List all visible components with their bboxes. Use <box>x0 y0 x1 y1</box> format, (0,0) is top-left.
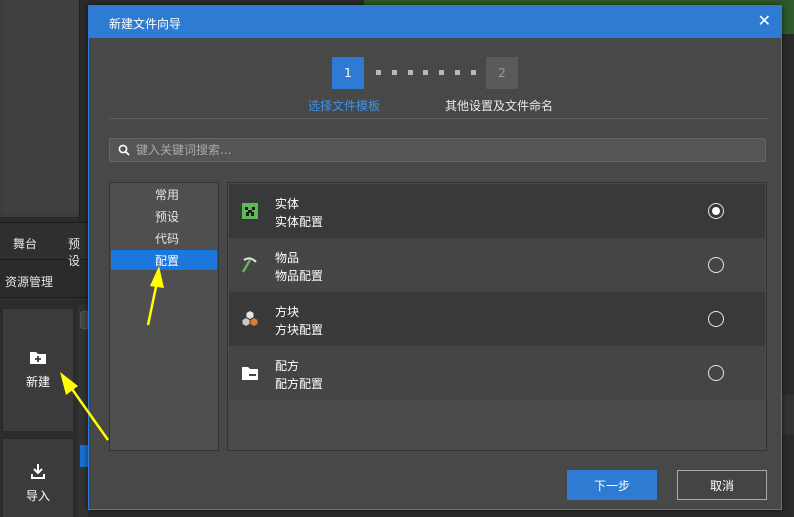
new-resource-label: 新建 <box>25 375 50 389</box>
import-resource-button[interactable]: 导入 <box>2 438 74 517</box>
resource-selected-edge[interactable] <box>80 445 88 467</box>
template-name: 方块 <box>275 305 300 319</box>
template-radio-recipe[interactable] <box>708 365 724 381</box>
close-icon[interactable]: ✕ <box>758 12 771 30</box>
template-name: 实体 <box>275 197 300 211</box>
template-radio-block[interactable] <box>708 311 724 327</box>
new-resource-button[interactable]: 新建 <box>2 308 74 432</box>
template-row-entity[interactable]: 实体 实体配置 <box>229 184 765 238</box>
template-row-recipe[interactable]: 配方 配方配置 <box>229 346 765 400</box>
template-list: 实体 实体配置 物品 物品配置 方块 方块配置 配方 配方配置 <box>227 182 767 451</box>
template-desc: 方块配置 <box>275 323 324 337</box>
category-config[interactable]: 配置 <box>111 250 217 270</box>
category-presets[interactable]: 预设 <box>111 206 217 226</box>
category-list: 常用 预设 代码 配置 <box>109 182 219 451</box>
template-row-item[interactable]: 物品 物品配置 <box>229 238 765 292</box>
cancel-button[interactable]: 取消 <box>677 470 767 500</box>
template-name: 物品 <box>275 251 300 265</box>
bottom-tabs: 舞台 预设 <box>0 222 88 268</box>
template-row-block[interactable]: 方块 方块配置 <box>229 292 765 346</box>
search-icon <box>118 144 130 156</box>
step-1-indicator: 1 <box>332 57 364 89</box>
resource-manager-title: 资源管理 <box>5 275 54 289</box>
resource-search-edge[interactable] <box>80 311 88 329</box>
category-code[interactable]: 代码 <box>111 228 217 248</box>
step-divider <box>109 118 769 119</box>
template-name: 配方 <box>275 359 300 373</box>
dialog-header: 新建文件向导 ✕ <box>89 6 781 38</box>
template-desc: 配方配置 <box>275 377 324 391</box>
next-step-button[interactable]: 下一步 <box>567 470 657 500</box>
template-radio-entity[interactable] <box>708 203 724 219</box>
resource-list-strip <box>78 305 88 517</box>
scene-panel <box>0 0 80 217</box>
step-2-indicator: 2 <box>486 57 518 89</box>
import-resource-label: 导入 <box>25 488 50 503</box>
tab-presets[interactable]: 预设 <box>68 235 88 269</box>
step-1-label: 选择文件模板 <box>308 99 381 113</box>
step-2-label: 其他设置及文件命名 <box>445 99 554 113</box>
creeper-entity-icon <box>242 203 258 219</box>
blocks-icon <box>242 311 258 326</box>
dialog-title: 新建文件向导 <box>109 17 182 31</box>
template-search-input[interactable] <box>136 142 736 158</box>
category-common[interactable]: 常用 <box>111 184 217 204</box>
new-folder-icon <box>30 352 46 364</box>
step-progress-dots <box>376 70 476 76</box>
scene-panel-inner <box>4 0 80 213</box>
template-search-box[interactable] <box>109 138 766 162</box>
template-desc: 实体配置 <box>275 215 324 229</box>
new-file-wizard-dialog: 新建文件向导 ✕ 1 2 选择文件模板 其他设置及文件命名 常用 预设 代码 配… <box>88 5 782 510</box>
template-radio-item[interactable] <box>708 257 724 273</box>
import-icon <box>31 463 45 479</box>
folder-recipe-icon <box>242 367 258 380</box>
tab-stage[interactable]: 舞台 <box>13 235 37 252</box>
resource-manager-area: 新建 导入 <box>0 297 88 517</box>
template-desc: 物品配置 <box>275 269 324 283</box>
pickaxe-item-icon <box>241 257 257 273</box>
